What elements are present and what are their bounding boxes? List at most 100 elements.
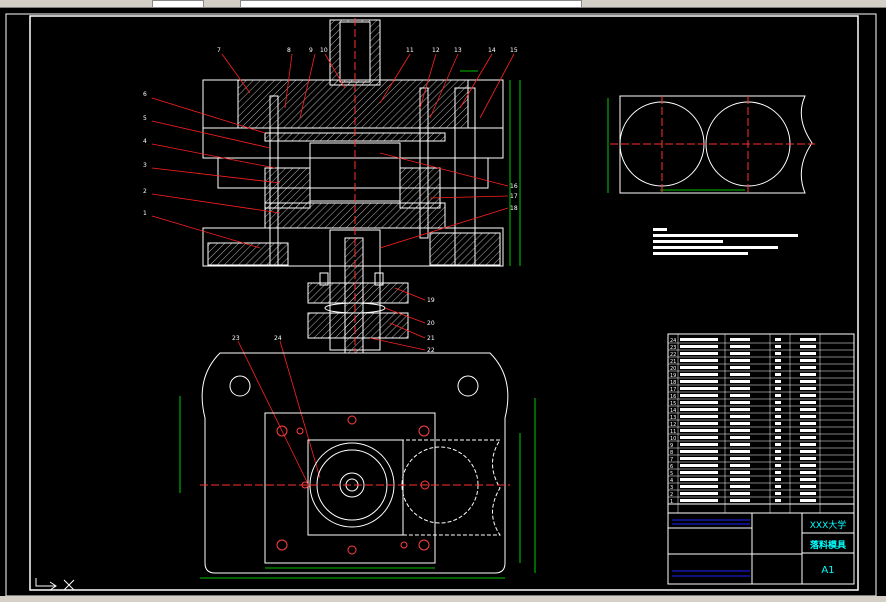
cell-text	[730, 471, 750, 474]
cell-text	[775, 366, 781, 369]
cell-text	[730, 499, 750, 502]
cell-text	[730, 485, 750, 488]
table-row: 20	[670, 366, 676, 372]
callout: 4	[143, 138, 147, 145]
cell-text	[800, 443, 816, 446]
cell-text	[775, 436, 781, 439]
table-row: 13	[670, 415, 676, 421]
cell-text	[800, 457, 816, 460]
table-row: 8	[670, 450, 673, 456]
cell-text	[730, 422, 750, 425]
cell-text	[800, 499, 816, 502]
callout: 9	[309, 47, 313, 54]
table-row: 16	[670, 394, 676, 400]
toolbar-button[interactable]	[152, 0, 204, 8]
cell-text	[775, 464, 781, 467]
callout: 6	[143, 91, 147, 98]
table-row: 12	[670, 422, 676, 428]
cell-text	[680, 443, 718, 446]
cell-text	[680, 373, 718, 376]
table-row: 17	[670, 387, 676, 393]
table-row: 5	[670, 471, 673, 477]
cell-text	[800, 380, 816, 383]
callout: 13	[454, 47, 462, 54]
status-strip	[0, 596, 886, 602]
callout: 7	[217, 47, 221, 54]
callout: 1	[143, 210, 147, 217]
callout: 2	[143, 188, 147, 195]
cell-text	[730, 401, 750, 404]
cell-text	[680, 345, 718, 348]
cell-text	[730, 380, 750, 383]
table-row: 22	[670, 352, 676, 358]
callout: 5	[143, 115, 147, 122]
cell-text	[775, 429, 781, 432]
table-row: 15	[670, 401, 676, 407]
cell-text	[775, 401, 781, 404]
toolbar-combo[interactable]	[240, 0, 582, 8]
cell-text	[680, 401, 718, 404]
cell-text	[680, 352, 718, 355]
cell-text	[775, 359, 781, 362]
technical-notes	[653, 228, 798, 255]
cell-text	[800, 366, 816, 369]
cell-text	[730, 387, 750, 390]
cell-text	[800, 415, 816, 418]
cell-text	[800, 373, 816, 376]
cell-text	[775, 415, 781, 418]
cell-text	[775, 352, 781, 355]
callout: 3	[143, 162, 147, 169]
cell-text	[800, 408, 816, 411]
cell-text	[775, 450, 781, 453]
table-row: 6	[670, 464, 673, 470]
cell-text	[800, 387, 816, 390]
cell-text	[680, 429, 718, 432]
callout: 23	[232, 335, 240, 342]
parts-list-table: 242322212019181716151413121110987654321	[667, 333, 855, 513]
table-row: 14	[670, 408, 676, 414]
cell-text	[775, 485, 781, 488]
drawing-canvas[interactable]: 7 8 9 10 11 12 13 14 15 6 5 4 3 2 1 16 1…	[0, 8, 886, 596]
callout: 20	[427, 320, 435, 327]
cell-text	[730, 450, 750, 453]
cell-text	[800, 464, 816, 467]
callout: 15	[510, 47, 518, 54]
callout: 14	[488, 47, 496, 54]
table-row: 18	[670, 380, 676, 386]
cell-text	[775, 373, 781, 376]
cell-text	[800, 429, 816, 432]
callout: 16	[510, 183, 518, 190]
cell-text	[800, 401, 816, 404]
callout: 21	[427, 335, 435, 342]
cell-text	[680, 436, 718, 439]
cell-text	[800, 471, 816, 474]
cell-text	[730, 394, 750, 397]
callout: 24	[274, 335, 282, 342]
cell-text	[730, 345, 750, 348]
cell-text	[680, 408, 718, 411]
callout: 19	[427, 297, 435, 304]
cell-text	[730, 352, 750, 355]
cell-text	[680, 457, 718, 460]
cell-text	[680, 492, 718, 495]
cell-text	[800, 345, 816, 348]
cell-text	[680, 499, 718, 502]
toolbar-strip	[0, 0, 886, 8]
ucs-icon	[35, 578, 75, 591]
cell-text	[680, 359, 718, 362]
callout: 10	[320, 47, 328, 54]
cell-text	[680, 366, 718, 369]
table-row: 19	[670, 373, 676, 379]
callout: 8	[287, 47, 291, 54]
cell-text	[775, 345, 781, 348]
cell-text	[800, 436, 816, 439]
cell-text	[775, 457, 781, 460]
cell-text	[775, 478, 781, 481]
cell-text	[775, 492, 781, 495]
cell-text	[800, 394, 816, 397]
cell-text	[680, 387, 718, 390]
table-row: 23	[670, 345, 676, 351]
cell-text	[775, 443, 781, 446]
strip-layout-view	[610, 95, 815, 194]
cell-text	[775, 471, 781, 474]
